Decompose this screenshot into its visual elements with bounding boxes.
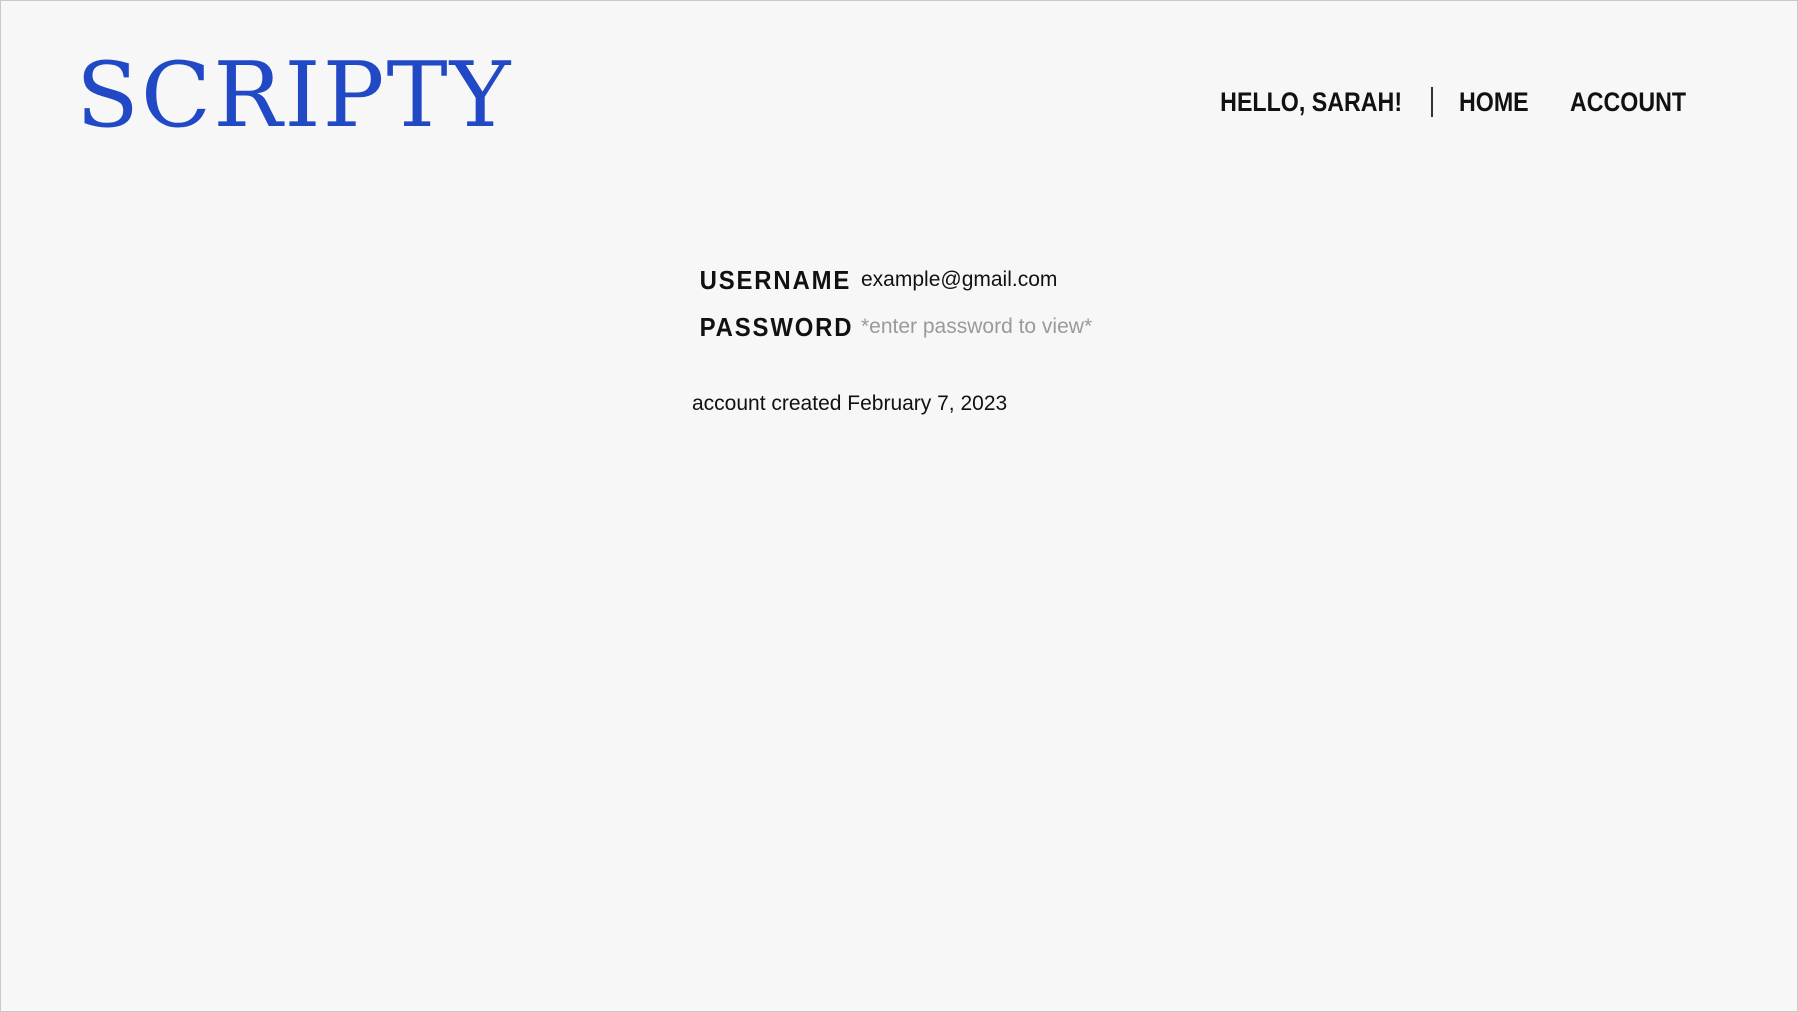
password-label: PASSWORD (699, 312, 854, 342)
nav-divider (1431, 87, 1433, 117)
nav-account-link[interactable]: ACCOUNT (1570, 87, 1686, 118)
password-field[interactable]: *enter password to view* (861, 315, 1092, 339)
account-created-date: account created February 7, 2023 (692, 392, 1008, 415)
nav-home-link[interactable]: HOME (1459, 87, 1529, 118)
username-value: example@gmail.com (861, 268, 1058, 291)
top-nav: HELLO, SARAH! HOME ACCOUNT (1190, 81, 1706, 123)
username-label: USERNAME (699, 265, 852, 295)
scripty-logo[interactable]: SCRIPTY (76, 41, 512, 151)
page-frame: SCRIPTY HELLO, SARAH! HOME ACCOUNT USERN… (0, 0, 1798, 1012)
user-greeting: HELLO, SARAH! (1219, 86, 1402, 117)
